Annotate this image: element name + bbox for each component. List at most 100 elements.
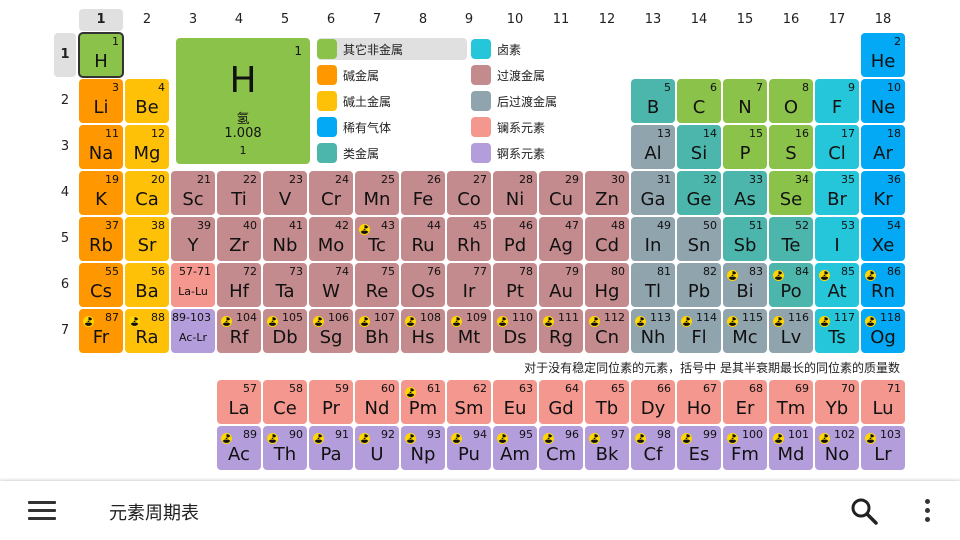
element-cell-o[interactable]: 8O xyxy=(769,79,813,123)
element-cell-zr[interactable]: 40 Zr xyxy=(217,217,261,261)
element-cell-i[interactable]: 53 I xyxy=(815,217,859,261)
element-cell-ar[interactable]: 18 Ar xyxy=(861,125,905,169)
element-cell-v[interactable]: 23 V xyxy=(263,171,307,215)
search-icon[interactable] xyxy=(848,495,880,527)
group-number-13[interactable]: 13 xyxy=(631,9,675,31)
element-cell-fm[interactable]: 100 Fm xyxy=(723,426,767,470)
element-cell-cn[interactable]: 112 Cn xyxy=(585,309,629,353)
element-cell-nh[interactable]: 113 Nh xyxy=(631,309,675,353)
element-cell-in[interactable]: 49 In xyxy=(631,217,675,261)
element-cell-cs[interactable]: 55 Cs xyxy=(79,263,123,307)
element-cell-ca[interactable]: 20 Ca xyxy=(125,171,169,215)
selected-element-detail[interactable]: 1 H 氢 1.008 1 xyxy=(176,38,310,164)
element-cell-bk[interactable]: 97 Bk xyxy=(585,426,629,470)
element-cell-ba[interactable]: 56 Ba xyxy=(125,263,169,307)
element-cell-lu[interactable]: 71 Lu xyxy=(861,380,905,424)
legend-item[interactable]: 后过渡金属 xyxy=(471,90,601,112)
element-cell-es[interactable]: 99 Es xyxy=(677,426,721,470)
legend-item[interactable]: 卤素 xyxy=(471,38,601,60)
element-cell-ds[interactable]: 110 Ds xyxy=(493,309,537,353)
element-cell-ni[interactable]: 28 Ni xyxy=(493,171,537,215)
element-cell-ne[interactable]: 10 Ne xyxy=(861,79,905,123)
element-cell-tl[interactable]: 81 Tl xyxy=(631,263,675,307)
element-cell-rh[interactable]: 45 Rh xyxy=(447,217,491,261)
period-number-1[interactable]: 1 xyxy=(54,33,76,77)
element-cell-cl[interactable]: 17 Cl xyxy=(815,125,859,169)
element-cell-pd[interactable]: 46 Pd xyxy=(493,217,537,261)
element-cell-cu[interactable]: 29 Cu xyxy=(539,171,583,215)
element-cell-f[interactable]: 9F xyxy=(815,79,859,123)
group-number-11[interactable]: 11 xyxy=(539,9,583,31)
element-cell-be[interactable]: 4 Be xyxy=(125,79,169,123)
element-cell-p[interactable]: 15 P xyxy=(723,125,767,169)
element-cell-eu[interactable]: 63 Eu xyxy=(493,380,537,424)
group-number-8[interactable]: 8 xyxy=(401,9,445,31)
element-cell-lv[interactable]: 116 Lv xyxy=(769,309,813,353)
element-cell-sg[interactable]: 106 Sg xyxy=(309,309,353,353)
element-cell-mt[interactable]: 109 Mt xyxy=(447,309,491,353)
element-cell-ac[interactable]: 89 Ac xyxy=(217,426,261,470)
element-cell-pu[interactable]: 94 Pu xyxy=(447,426,491,470)
legend-item[interactable]: 类金属 xyxy=(317,142,467,164)
element-cell-hs[interactable]: 108 Hs xyxy=(401,309,445,353)
element-cell-au[interactable]: 79 Au xyxy=(539,263,583,307)
period-number-5[interactable]: 5 xyxy=(56,231,74,246)
element-cell-tm[interactable]: 69 Tm xyxy=(769,380,813,424)
element-cell-w[interactable]: 74 W xyxy=(309,263,353,307)
element-cell-mg[interactable]: 12 Mg xyxy=(125,125,169,169)
element-cell-fr[interactable]: 87 Fr xyxy=(79,309,123,353)
legend-item[interactable]: 其它非金属 xyxy=(317,38,467,60)
element-cell-li[interactable]: 3 Li xyxy=(79,79,123,123)
legend-item[interactable]: 碱金属 xyxy=(317,64,467,86)
element-cell-ti[interactable]: 22 Ti xyxy=(217,171,261,215)
element-cell-rn[interactable]: 86 Rn xyxy=(861,263,905,307)
menu-icon[interactable] xyxy=(26,498,58,524)
element-cell-n[interactable]: 7N xyxy=(723,79,767,123)
group-number-12[interactable]: 12 xyxy=(585,9,629,31)
legend-item[interactable]: 锕系元素 xyxy=(471,142,601,164)
element-cell-er[interactable]: 68 Er xyxy=(723,380,767,424)
legend-item[interactable]: 过渡金属 xyxy=(471,64,601,86)
element-cell-mo[interactable]: 42 Mo xyxy=(309,217,353,261)
element-cell-b[interactable]: 5B xyxy=(631,79,675,123)
element-cell-la-lu[interactable]: 57-71 La-Lu xyxy=(171,263,215,307)
group-number-10[interactable]: 10 xyxy=(493,9,537,31)
element-cell-c[interactable]: 6C xyxy=(677,79,721,123)
element-cell-as[interactable]: 33 As xyxy=(723,171,767,215)
element-cell-pr[interactable]: 59 Pr xyxy=(309,380,353,424)
element-cell-br[interactable]: 35 Br xyxy=(815,171,859,215)
element-cell-fe[interactable]: 26 Fe xyxy=(401,171,445,215)
element-cell-th[interactable]: 90 Th xyxy=(263,426,307,470)
element-cell-bi[interactable]: 83 Bi xyxy=(723,263,767,307)
element-cell-bh[interactable]: 107 Bh xyxy=(355,309,399,353)
legend-item[interactable]: 碱土金属 xyxy=(317,90,467,112)
element-cell-og[interactable]: 118 Og xyxy=(861,309,905,353)
element-cell-pt[interactable]: 78 Pt xyxy=(493,263,537,307)
element-cell-tc[interactable]: 43 Tc xyxy=(355,217,399,261)
group-number-6[interactable]: 6 xyxy=(309,9,353,31)
element-cell-ta[interactable]: 73 Ta xyxy=(263,263,307,307)
legend-item[interactable]: 镧系元素 xyxy=(471,116,601,138)
element-cell-sb[interactable]: 51 Sb xyxy=(723,217,767,261)
element-cell-pm[interactable]: 61 Pm xyxy=(401,380,445,424)
element-cell-cd[interactable]: 48 Cd xyxy=(585,217,629,261)
element-cell-cr[interactable]: 24 Cr xyxy=(309,171,353,215)
period-number-7[interactable]: 7 xyxy=(56,323,74,338)
element-cell-nd[interactable]: 60 Nd xyxy=(355,380,399,424)
element-cell-cf[interactable]: 98 Cf xyxy=(631,426,675,470)
element-cell-pa[interactable]: 91 Pa xyxy=(309,426,353,470)
element-cell-am[interactable]: 95 Am xyxy=(493,426,537,470)
element-cell-sr[interactable]: 38 Sr xyxy=(125,217,169,261)
group-number-3[interactable]: 3 xyxy=(171,9,215,31)
element-cell-si[interactable]: 14 Si xyxy=(677,125,721,169)
element-cell-sn[interactable]: 50 Sn xyxy=(677,217,721,261)
element-cell-kr[interactable]: 36 Kr xyxy=(861,171,905,215)
element-cell-h[interactable]: 1H xyxy=(78,32,124,78)
element-cell-po[interactable]: 84 Po xyxy=(769,263,813,307)
element-cell-la[interactable]: 57 La xyxy=(217,380,261,424)
element-cell-he[interactable]: 2 He xyxy=(861,33,905,77)
element-cell-re[interactable]: 75 Re xyxy=(355,263,399,307)
period-number-4[interactable]: 4 xyxy=(56,185,74,200)
element-cell-nb[interactable]: 41 Nb xyxy=(263,217,307,261)
group-number-4[interactable]: 4 xyxy=(217,9,261,31)
